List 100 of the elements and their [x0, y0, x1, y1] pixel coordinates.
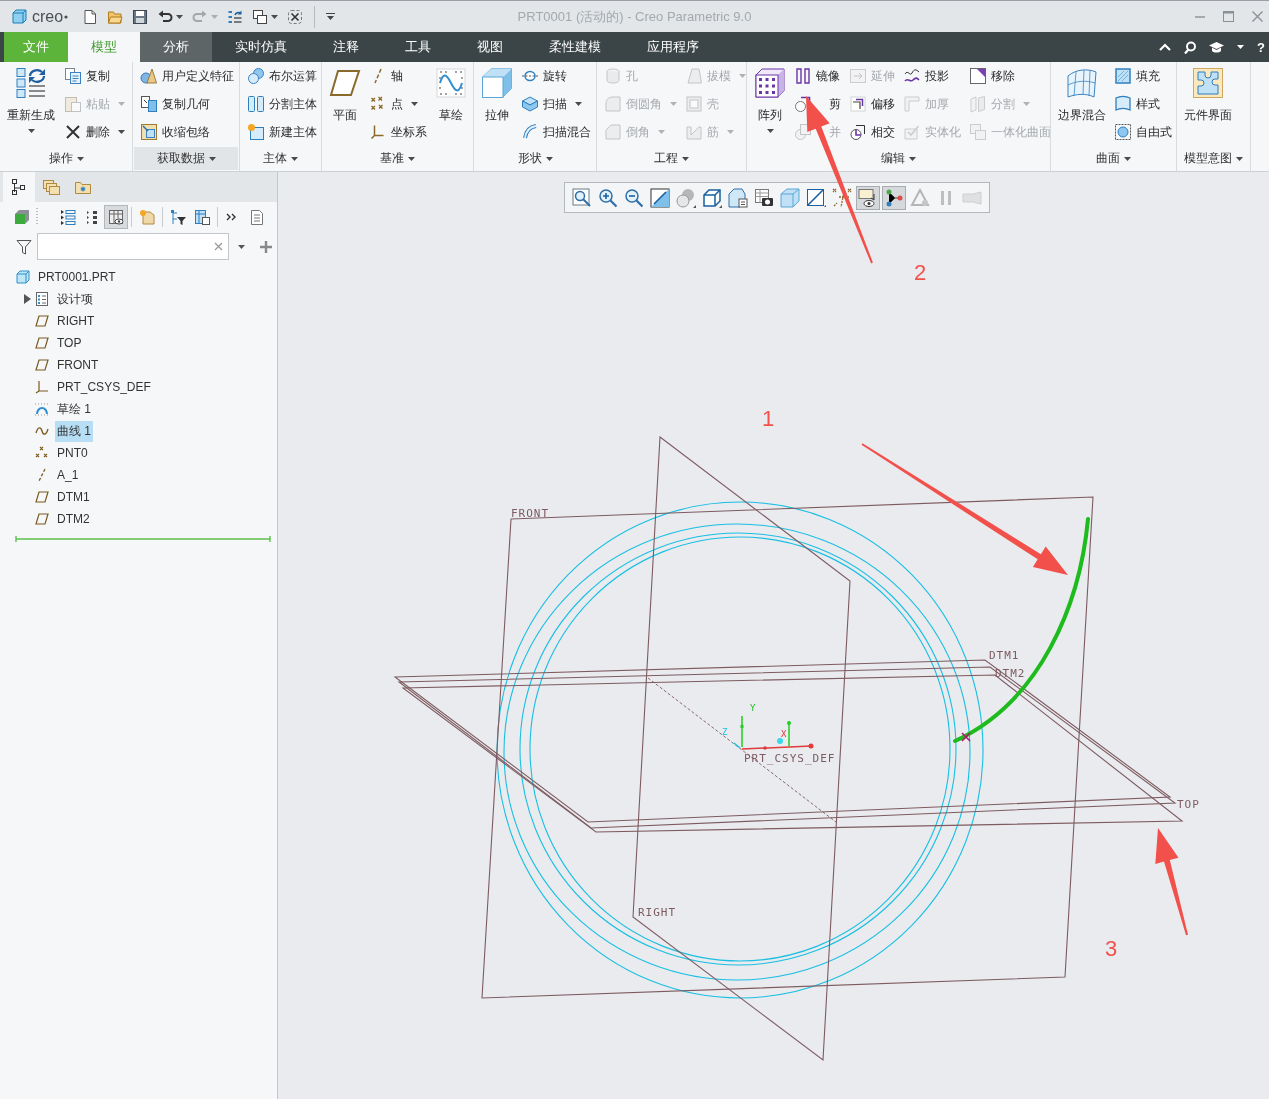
- zoom-out-icon: [623, 187, 644, 208]
- tree-item[interactable]: RIGHT: [55, 312, 97, 330]
- ribbon-button[interactable]: 布尔运算: [245, 62, 319, 90]
- ribbon-button[interactable]: 元件界面: [1182, 62, 1234, 147]
- minimize-icon: [1195, 15, 1205, 18]
- shrinkwrap-icon: [140, 123, 158, 141]
- tree-item[interactable]: 设计项: [55, 288, 95, 310]
- group-menu-button[interactable]: 工程: [598, 147, 745, 170]
- dropdown-button[interactable]: [1235, 43, 1247, 51]
- ribbon-button[interactable]: 新建主体: [245, 118, 319, 146]
- caret-icon: [766, 129, 774, 133]
- group-menu-button[interactable]: 曲面: [1052, 147, 1175, 170]
- group-menu-button[interactable]: 编辑: [748, 147, 1049, 170]
- ribbon-button[interactable]: 扫描: [519, 90, 593, 118]
- help-button[interactable]: ?: [1255, 39, 1267, 55]
- split-icon: [969, 95, 987, 113]
- csys-icon: [369, 123, 387, 141]
- project-icon: [903, 67, 921, 85]
- group-menu-button[interactable]: 基准: [323, 147, 472, 170]
- sketch-icon: [435, 67, 467, 99]
- remove-icon: [969, 67, 987, 85]
- ribbon-button[interactable]: 扫描混合: [519, 118, 593, 146]
- plane-icon: [35, 314, 49, 328]
- ribbon-button[interactable]: 复制几何: [138, 90, 236, 118]
- axis-label: X: [781, 729, 787, 739]
- expand-arrow-icon[interactable]: [23, 294, 31, 304]
- ribbon-button[interactable]: 阵列: [752, 62, 788, 147]
- tree-item[interactable]: DTM2: [55, 510, 92, 528]
- caret-icon: [909, 156, 916, 161]
- ribbon-button[interactable]: 镜像: [792, 62, 843, 90]
- intersect-icon: [849, 123, 867, 141]
- dropdown-button[interactable]: [236, 242, 247, 251]
- tree-item[interactable]: FRONT: [55, 356, 101, 374]
- undo-icon: [157, 8, 174, 25]
- ribbon-button[interactable]: 复制: [62, 62, 127, 90]
- ribbon-button[interactable]: 移除: [967, 62, 1053, 90]
- tree-item[interactable]: TOP: [55, 334, 84, 352]
- close-button[interactable]: [1250, 9, 1265, 24]
- point-marker-icon: [961, 732, 971, 742]
- tree-item[interactable]: 草绘 1: [55, 398, 93, 420]
- ribbon-button[interactable]: 收缩包络: [138, 118, 236, 146]
- ribbon-button[interactable]: 重新生成: [5, 62, 57, 147]
- mirror-icon: [794, 67, 812, 85]
- ribbon-button[interactable]: 删除: [62, 118, 127, 146]
- ribbon-button[interactable]: 用户定义特征: [138, 62, 236, 90]
- ribbon-button[interactable]: 相交: [847, 118, 897, 146]
- ribbon-button[interactable]: 草绘: [433, 62, 469, 147]
- freestyle-icon: [1114, 123, 1132, 141]
- learning-button[interactable]: [1207, 39, 1227, 55]
- group-menu-button[interactable]: 形状: [475, 147, 595, 170]
- tree-item[interactable]: DTM1: [55, 488, 92, 506]
- tree-item[interactable]: 曲线 1: [55, 420, 93, 442]
- document-icon: [249, 208, 265, 225]
- ribbon-button[interactable]: 偏移: [847, 90, 897, 118]
- caret-icon: [291, 156, 298, 161]
- tree-item[interactable]: PRT_CSYS_DEF: [55, 378, 153, 396]
- caret-icon: [411, 102, 418, 106]
- caret-icon: [408, 156, 415, 161]
- ribbon-tab[interactable]: 分析: [140, 32, 212, 62]
- tree-item[interactable]: A_1: [55, 466, 81, 484]
- group-menu-button[interactable]: 获取数据: [134, 147, 238, 170]
- ribbon-tab[interactable]: 应用程序: [624, 32, 722, 62]
- ribbon-button[interactable]: 旋转: [519, 62, 593, 90]
- customize-button[interactable]: [324, 10, 338, 23]
- layers-icon: [42, 179, 60, 195]
- tree-item[interactable]: PNT0: [55, 444, 90, 462]
- surface-patch-icon: [1114, 95, 1132, 113]
- ribbon-tab[interactable]: 柔性建模: [526, 32, 624, 62]
- ribbon-button[interactable]: 点: [367, 90, 429, 118]
- ribbon-button[interactable]: 轴: [367, 62, 429, 90]
- ribbon-button[interactable]: 边界混合: [1056, 62, 1108, 147]
- group-menu-button[interactable]: 操作: [1, 147, 131, 170]
- ribbon-button[interactable]: 拉伸: [479, 62, 515, 147]
- search-field[interactable]: [37, 233, 229, 260]
- ribbon-button[interactable]: 分割主体: [245, 90, 319, 118]
- group-menu-button[interactable]: 模型意图: [1178, 147, 1249, 170]
- arc-icon: [35, 402, 49, 416]
- ribbon-button[interactable]: 坐标系: [367, 118, 429, 146]
- plane-icon: [329, 67, 361, 99]
- tree-item[interactable]: PRT0001.PRT: [36, 268, 118, 286]
- ribbon-button[interactable]: 样式: [1112, 90, 1174, 118]
- toolbar-button[interactable]: [104, 204, 128, 229]
- ribbon-tab[interactable]: 实时仿真: [212, 32, 310, 62]
- clear-icon[interactable]: [214, 242, 223, 251]
- maximize-button[interactable]: [1221, 9, 1236, 24]
- group-menu-button[interactable]: 主体: [241, 147, 320, 170]
- beveled-block-icon: [604, 123, 622, 141]
- ribbon-tab[interactable]: 注释: [310, 32, 382, 62]
- ribbon-button[interactable]: 平面: [327, 62, 363, 147]
- slashed-square-icon: [805, 187, 826, 208]
- ribbon-tab[interactable]: 工具: [382, 32, 454, 62]
- panel-tab[interactable]: [3, 172, 35, 202]
- view-tool-button[interactable]: [881, 185, 906, 210]
- view-tool-button[interactable]: [855, 185, 880, 210]
- ribbon-button[interactable]: 投影: [901, 62, 963, 90]
- ribbon-tab[interactable]: 视图: [454, 32, 526, 62]
- ribbon-button[interactable]: 填充: [1112, 62, 1174, 90]
- caret-icon: [238, 244, 245, 249]
- ribbon-button[interactable]: 自由式: [1112, 118, 1174, 146]
- add-button[interactable]: [258, 238, 274, 255]
